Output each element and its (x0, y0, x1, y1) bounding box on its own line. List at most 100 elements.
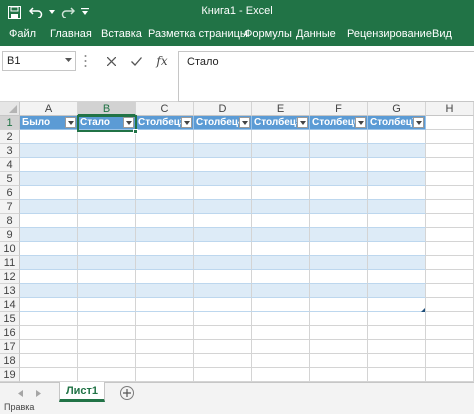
row-header[interactable]: 2 (0, 130, 20, 144)
grid-cell[interactable] (368, 242, 426, 256)
grid-cell[interactable] (368, 354, 426, 368)
grid-cell[interactable] (78, 284, 136, 298)
grid-cell[interactable] (310, 368, 368, 382)
grid-cell[interactable] (194, 200, 252, 214)
grid-cell[interactable] (20, 242, 78, 256)
grid-cell[interactable] (194, 298, 252, 312)
grid-cell[interactable] (252, 186, 310, 200)
tab-formulas[interactable]: Формулы (244, 28, 292, 40)
row-header[interactable]: 14 (0, 298, 20, 312)
row-header[interactable]: 5 (0, 172, 20, 186)
grid-cell[interactable] (20, 172, 78, 186)
grid-cell[interactable] (368, 312, 426, 326)
grid-cell[interactable] (368, 144, 426, 158)
grid-cell[interactable] (78, 200, 136, 214)
tab-insert[interactable]: Вставка (101, 28, 142, 40)
grid-cell[interactable] (136, 256, 194, 270)
grid-cell[interactable] (310, 312, 368, 326)
grid-cell[interactable] (310, 298, 368, 312)
tab-file[interactable]: Файл (9, 28, 36, 40)
grid-cell[interactable] (252, 256, 310, 270)
row-header[interactable]: 15 (0, 312, 20, 326)
grid-cell[interactable] (252, 368, 310, 382)
grid-cell[interactable] (78, 326, 136, 340)
previous-sheet-button[interactable] (14, 387, 26, 399)
grid-cell[interactable] (252, 354, 310, 368)
grid-cell[interactable] (368, 368, 426, 382)
grid-cell[interactable] (368, 172, 426, 186)
row-header[interactable]: 1 (0, 116, 20, 130)
grid-cell[interactable] (20, 312, 78, 326)
grid-cell[interactable] (194, 158, 252, 172)
row-header[interactable]: 18 (0, 354, 20, 368)
grid-cell[interactable] (426, 144, 474, 158)
grid-cell[interactable] (310, 200, 368, 214)
name-box[interactable]: B1 (2, 51, 76, 71)
grid-cell[interactable] (78, 368, 136, 382)
formula-input[interactable]: Стало (178, 51, 474, 102)
row-header[interactable]: 17 (0, 340, 20, 354)
grid-cell[interactable] (194, 130, 252, 144)
grid-cell[interactable] (78, 298, 136, 312)
grid-cell[interactable] (310, 186, 368, 200)
grid-cell[interactable] (20, 270, 78, 284)
grid-cell[interactable] (310, 172, 368, 186)
grid-cell[interactable] (78, 256, 136, 270)
row-header[interactable]: 16 (0, 326, 20, 340)
table-header-cell[interactable]: Столбец5 (252, 116, 310, 130)
filter-button[interactable] (413, 117, 424, 128)
grid-cell[interactable] (78, 270, 136, 284)
grid-cell[interactable] (136, 186, 194, 200)
table-header-cell[interactable]: Столбец7 (368, 116, 426, 130)
column-header-c[interactable]: C (136, 102, 194, 116)
grid-cell[interactable] (20, 354, 78, 368)
grid-cell[interactable] (78, 228, 136, 242)
grid-cell[interactable] (426, 312, 474, 326)
grid-cell[interactable] (136, 312, 194, 326)
row-header[interactable]: 11 (0, 256, 20, 270)
row-header[interactable]: 12 (0, 270, 20, 284)
tab-page-layout[interactable]: Разметка страницы (148, 28, 248, 40)
row-header[interactable]: 19 (0, 368, 20, 382)
tab-data[interactable]: Данные (296, 28, 336, 40)
tab-home[interactable]: Главная (50, 28, 92, 40)
grid-cell[interactable] (252, 242, 310, 256)
grid-cell[interactable] (368, 228, 426, 242)
row-header[interactable]: 6 (0, 186, 20, 200)
enter-button[interactable] (125, 51, 147, 71)
filter-button[interactable] (65, 117, 76, 128)
grid-cell[interactable] (426, 354, 474, 368)
grid-cell[interactable] (426, 284, 474, 298)
grid-cell[interactable] (426, 158, 474, 172)
fill-handle[interactable] (133, 129, 138, 134)
grid-cell[interactable] (194, 144, 252, 158)
grid-cell[interactable] (252, 144, 310, 158)
grid-cell[interactable] (20, 158, 78, 172)
cancel-button[interactable] (100, 51, 122, 71)
grid-cell[interactable] (20, 284, 78, 298)
grid-cell[interactable] (136, 144, 194, 158)
grid-cell[interactable] (20, 298, 78, 312)
grid-cell[interactable] (194, 284, 252, 298)
row-header[interactable]: 13 (0, 284, 20, 298)
grid-cell[interactable] (78, 340, 136, 354)
grid-cell[interactable] (368, 270, 426, 284)
grid-cell[interactable] (426, 172, 474, 186)
grid-cell[interactable] (78, 130, 136, 144)
grid-cell[interactable] (426, 200, 474, 214)
grid-cell[interactable] (426, 116, 474, 130)
grid-cell[interactable] (20, 340, 78, 354)
grid-cell[interactable] (426, 368, 474, 382)
grid-cell[interactable] (136, 368, 194, 382)
grid-cell[interactable] (252, 228, 310, 242)
grid-cell[interactable] (136, 298, 194, 312)
grid-cell[interactable] (426, 228, 474, 242)
grid-cell[interactable] (194, 214, 252, 228)
grid-cell[interactable] (310, 256, 368, 270)
grid-cell[interactable] (194, 354, 252, 368)
grid-cell[interactable] (194, 270, 252, 284)
row-header[interactable]: 7 (0, 200, 20, 214)
grid-cell[interactable] (194, 256, 252, 270)
grid-cell[interactable] (136, 214, 194, 228)
grid-cell[interactable] (310, 270, 368, 284)
